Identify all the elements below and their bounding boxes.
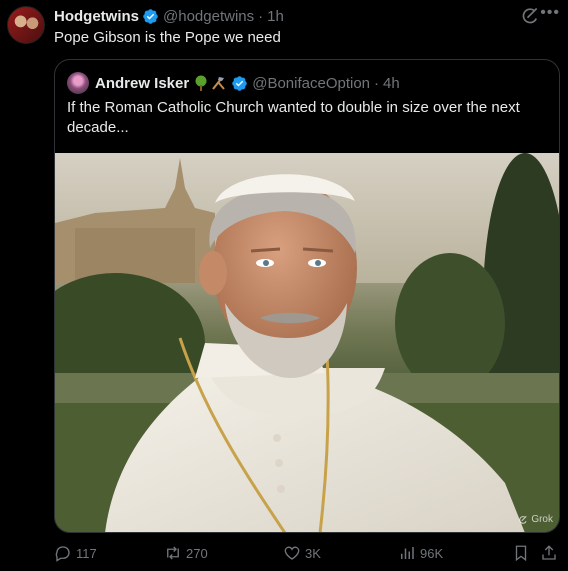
more-options-icon[interactable]: ••• <box>540 4 560 22</box>
tree-icon <box>195 75 207 91</box>
grok-icon[interactable] <box>520 6 540 26</box>
reply-count: 117 <box>76 545 97 561</box>
grok-watermark-icon <box>519 515 528 524</box>
view-count: 96K <box>420 545 444 561</box>
grok-watermark: Grok <box>518 514 553 525</box>
quote-text: If the Roman Catholic Church wanted to d… <box>67 99 520 136</box>
share-button[interactable] <box>540 544 562 562</box>
hammer-icon <box>212 77 225 90</box>
views-icon <box>401 547 414 559</box>
separator: · <box>374 74 380 92</box>
pope-illustration <box>55 153 559 532</box>
quoted-tweet[interactable]: Andrew Isker @BonifaceOption · 4h If the… <box>54 59 560 533</box>
heart-icon <box>284 546 300 560</box>
quote-timestamp[interactable]: 4h <box>383 75 400 92</box>
like-button[interactable]: 3K <box>283 544 321 562</box>
tweet-header: Hodgetwins @hodgetwins · 1h <box>54 6 556 26</box>
quote-header: Andrew Isker @BonifaceOption · 4h <box>67 72 400 94</box>
avatar[interactable] <box>67 72 89 94</box>
author-name[interactable]: Hodgetwins <box>54 8 139 25</box>
reply-button[interactable]: 117 <box>54 544 97 562</box>
action-bar: 117 270 3K 96K <box>54 540 560 570</box>
grok-watermark-label: Grok <box>531 514 553 525</box>
separator: · <box>258 7 264 25</box>
bookmark-button[interactable] <box>512 544 534 562</box>
bookmark-icon <box>515 545 527 562</box>
views-button[interactable]: 96K <box>398 544 443 562</box>
retweet-button[interactable]: 270 <box>164 544 208 562</box>
avatar[interactable] <box>7 6 45 44</box>
quote-image[interactable]: Grok <box>55 153 559 532</box>
verified-badge-icon <box>232 75 247 91</box>
quote-author-handle[interactable]: @BonifaceOption <box>252 75 370 92</box>
share-icon <box>542 545 556 560</box>
retweet-count: 270 <box>186 545 208 561</box>
author-handle[interactable]: @hodgetwins <box>163 8 254 25</box>
reply-icon <box>55 546 70 562</box>
tweet-text: Pope Gibson is the Pope we need <box>54 29 281 46</box>
timestamp[interactable]: 1h <box>267 8 284 25</box>
like-count: 3K <box>305 545 321 561</box>
verified-badge-icon <box>143 8 158 24</box>
quote-author-name[interactable]: Andrew Isker <box>95 75 189 92</box>
retweet-icon <box>167 546 179 560</box>
